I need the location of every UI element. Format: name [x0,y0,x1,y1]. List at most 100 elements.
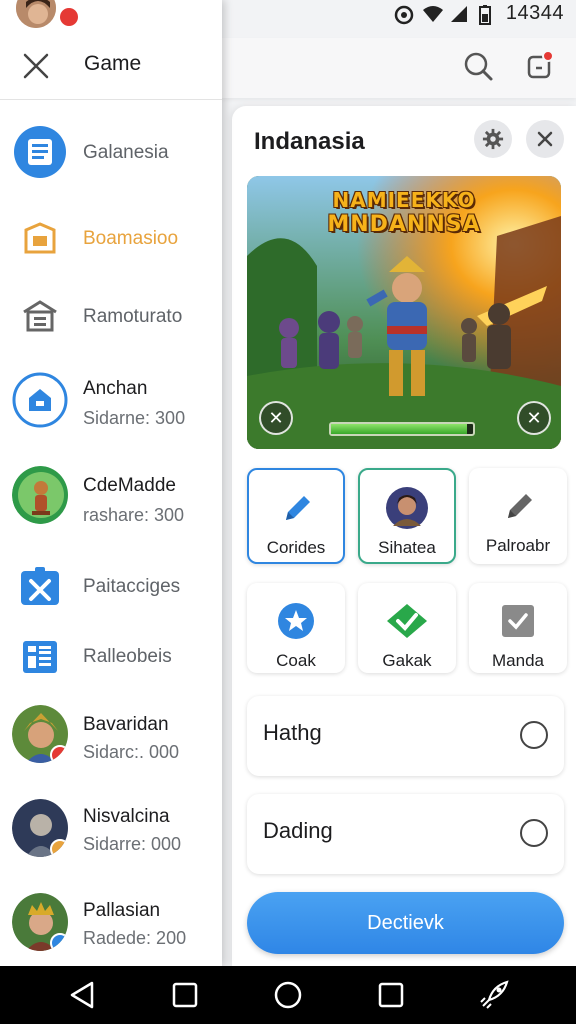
warrior-avatar [12,799,68,857]
banner-close-right-button[interactable]: ✕ [517,401,551,435]
drawer-item-subtitle: Radede: 200 [83,928,187,948]
drawer-item-label: CdeMadde [83,475,176,496]
progress-fill [331,424,468,434]
status-icons: 14344 [394,2,564,25]
settings-button[interactable] [474,120,512,158]
drawer-item-label: Anchan [83,378,148,399]
check-badge-icon [385,599,429,643]
option-label: Dading [263,818,333,843]
gold-badge [50,839,68,857]
signal-icon [450,5,470,23]
tile-corides[interactable]: Corides [247,468,345,564]
tile-label: Corides [266,538,326,557]
tile-label: Coak [276,651,316,670]
option-hathg[interactable]: Hathg [247,696,564,776]
panel-title: Indanasia [254,128,365,155]
drawer-item-label: Paitacciges [83,576,181,597]
battery-icon [478,4,498,25]
main-panel: Indanasia NAMIEEKKO MNDANNSA ✕ ✕ Corides… [222,0,576,966]
option-dading[interactable]: Dading [247,794,564,874]
pencil-icon [274,486,318,530]
drawer-item-label: Bavaridan [83,714,169,735]
document-icon [12,124,68,180]
drawer-item-ralleobeis[interactable]: Ralleobeis [0,628,222,686]
rocket-icon [480,980,509,1009]
close-icon: ✕ [268,407,284,428]
close-icon [23,53,49,79]
radio-button[interactable] [520,721,548,749]
tile-gakak[interactable]: Gakak [358,583,456,673]
status-bar: 14344 [0,0,576,28]
close-panel-button[interactable] [526,120,564,158]
system-navigation-bar [0,966,576,1024]
building-grid-icon [12,628,68,684]
banner-close-left-button[interactable]: ✕ [259,401,293,435]
drawer-item-galanesia[interactable]: Galanesia [0,124,222,182]
drawer-item-nisvalcina[interactable]: Nisvalcina Sidarre: 000 [0,799,222,860]
close-icon: ✕ [526,407,542,428]
drawer-item-boamasioo[interactable]: Boamasioo [0,210,222,268]
star-badge-icon [274,599,318,643]
tile-palroabr[interactable]: Palroabr [469,468,567,564]
square-icon [378,982,404,1008]
drawer-item-label: Boamasioo [83,228,179,249]
store-icon [12,210,68,266]
drawer-item-pallasian[interactable]: Pallasian Radede: 200 [0,893,222,954]
drawer-item-subtitle: Sidarre: 000 [83,834,182,854]
primary-action-button[interactable]: Dectievk [247,892,564,954]
game-banner[interactable]: NAMIEEKKO MNDANNSA ✕ ✕ [247,176,561,449]
back-triangle-icon [70,981,93,1009]
banner-title-line1: NAMIEEKKO [332,188,476,212]
tile-label: Sihatea [378,538,436,557]
close-icon [537,131,553,147]
game-avatar [12,466,68,524]
drawer-item-bavaridan[interactable]: Bavaridan Sidarc:. 000 [0,705,222,766]
crossed-tools-icon [12,558,68,614]
tile-sihatea[interactable]: Sihatea [358,468,456,564]
recents-button[interactable] [371,975,411,1015]
home-icon [12,372,68,428]
settings-circle-icon [394,5,414,24]
verified-badge [50,933,68,951]
square-icon [172,982,198,1008]
assistant-button[interactable] [474,975,514,1015]
notification-badge [542,50,554,62]
notification-tag-icon [527,55,551,79]
drawer-item-label: Nisvalcina [83,806,170,827]
drawer-item-subtitle: Sidarc:. 000 [83,742,180,762]
option-label: Hathg [263,720,322,745]
search-button[interactable] [458,46,498,86]
wifi-icon [422,5,443,23]
radio-button[interactable] [520,819,548,847]
tile-manda[interactable]: Manda [469,583,567,673]
checkbox-icon [496,599,540,643]
drawer-close-button[interactable] [20,50,52,82]
status-clock: 14344 [505,2,564,24]
building-icon [12,288,68,344]
drawer-item-anchan[interactable]: Anchan Sidarne: 300 [0,372,222,432]
drawer-header: Game [0,36,222,100]
game-detail-card: Indanasia NAMIEEKKO MNDANNSA ✕ ✕ Corides… [232,106,576,966]
notifications-button[interactable] [520,46,560,86]
hero-avatar [12,705,68,763]
queen-avatar [12,893,68,951]
home-button[interactable] [268,975,308,1015]
character-portrait [385,486,429,530]
recents-button-left[interactable] [165,975,205,1015]
banner-title-line2: MNDANNSA [327,212,481,237]
drawer-item-paitacciges[interactable]: Paitacciges [0,558,222,616]
tile-label: Manda [492,651,544,670]
back-button[interactable] [62,975,102,1015]
drawer-item-ramoturato[interactable]: Ramoturato [0,288,222,346]
pencil-icon [496,484,540,528]
drawer-item-label: Ralleobeis [83,646,172,667]
top-app-bar [222,38,576,98]
drawer-title: Game [84,52,142,75]
drawer-item-subtitle: Sidarne: 300 [83,408,186,428]
tile-label: Palroabr [485,536,551,555]
navigation-drawer: Game Galanesia Boamasioo Ramoturato Anch… [0,0,222,966]
drawer-item-cdemadde[interactable]: CdeMadde rashare: 300 [0,466,222,527]
tile-coak[interactable]: Coak [247,583,345,673]
drawer-item-label: Ramoturato [83,306,183,327]
drawer-item-label: Pallasian [83,900,161,921]
